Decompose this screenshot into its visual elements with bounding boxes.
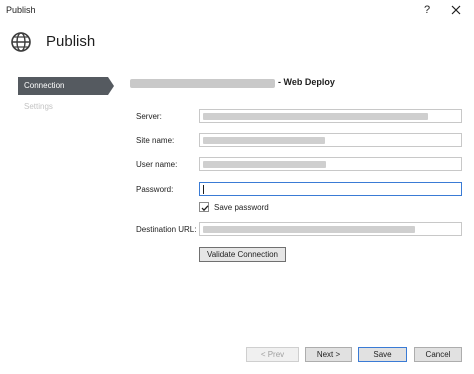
redacted-value: [203, 137, 325, 144]
password-input[interactable]: [199, 182, 462, 196]
globe-icon: [10, 31, 32, 53]
help-button[interactable]: ?: [420, 2, 434, 18]
save-password-checkbox[interactable]: [199, 202, 209, 212]
site-name-input[interactable]: [199, 133, 462, 147]
site-name-label: Site name:: [136, 136, 175, 145]
window-title: Publish: [6, 5, 36, 15]
close-icon[interactable]: [448, 2, 464, 18]
password-label: Password:: [136, 185, 174, 194]
destination-url-label: Destination URL:: [136, 225, 197, 234]
redacted-profile-name: [130, 79, 275, 88]
section-title: - Web Deploy: [278, 77, 335, 87]
redacted-value: [203, 161, 326, 168]
nav-item-settings: Settings: [24, 102, 53, 111]
prev-button: < Prev: [246, 347, 299, 362]
cancel-button[interactable]: Cancel: [414, 347, 462, 362]
redacted-value: [203, 113, 428, 120]
server-input[interactable]: [199, 109, 462, 123]
server-label: Server:: [136, 112, 162, 121]
destination-url-input[interactable]: [199, 222, 462, 236]
nav-item-connection[interactable]: Connection: [18, 77, 114, 95]
redacted-value: [203, 226, 415, 233]
user-name-input[interactable]: [199, 157, 462, 171]
save-button[interactable]: Save: [358, 347, 407, 362]
text-caret: [203, 185, 204, 194]
dialog-header: Publish: [0, 22, 474, 64]
validate-connection-button[interactable]: Validate Connection: [199, 247, 286, 262]
save-password-label[interactable]: Save password: [214, 203, 269, 212]
next-button[interactable]: Next >: [305, 347, 352, 362]
title-bar: Publish ?: [0, 0, 474, 22]
page-title: Publish: [46, 33, 96, 50]
user-name-label: User name:: [136, 160, 178, 169]
